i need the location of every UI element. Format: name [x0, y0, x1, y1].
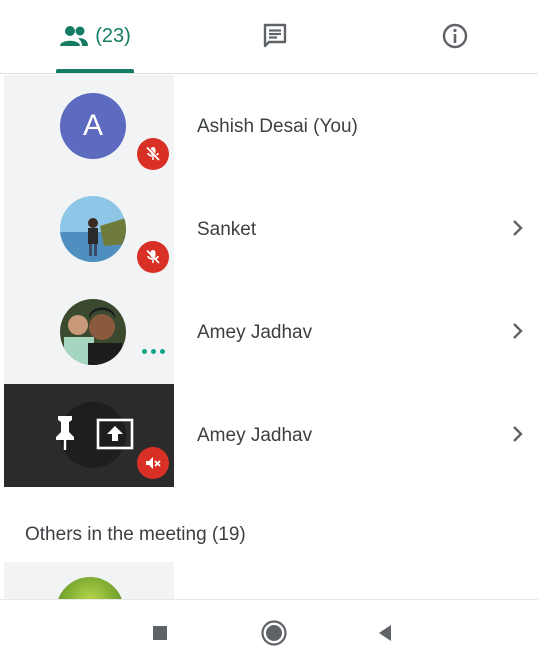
home-button[interactable] — [259, 618, 289, 648]
recents-button[interactable] — [145, 618, 175, 648]
chat-icon — [263, 23, 287, 48]
others-section-header: Others in the meeting (19) — [25, 524, 246, 545]
speaking-indicator — [142, 349, 165, 354]
back-button[interactable] — [370, 618, 400, 648]
people-count: (23) — [95, 24, 131, 47]
mic-off-icon — [137, 241, 169, 273]
chevron-right-icon[interactable] — [505, 422, 529, 446]
participant-row[interactable]: Amey Jadhav — [0, 281, 538, 384]
tab-chat[interactable] — [240, 0, 310, 72]
participant-row[interactable]: Amey Jadhav — [0, 384, 538, 487]
volume-off-icon — [137, 447, 169, 479]
avatar — [60, 196, 126, 262]
avatar — [60, 299, 126, 365]
chevron-right-icon[interactable] — [505, 319, 529, 343]
system-nav-bar — [0, 599, 538, 665]
pin-icon[interactable] — [50, 414, 80, 454]
participant-name: Amey Jadhav — [197, 321, 313, 343]
participant-tile[interactable] — [4, 562, 174, 602]
mic-off-icon — [137, 138, 169, 170]
active-tab-indicator — [56, 69, 134, 73]
participant-name: Sanket — [197, 218, 257, 240]
participant-name: Ashish Desai (You) — [197, 115, 358, 137]
info-icon — [442, 23, 468, 49]
tab-people[interactable]: (23) — [40, 0, 150, 73]
people-icon — [60, 26, 89, 46]
participant-tile — [4, 281, 174, 384]
present-screen-icon — [96, 418, 134, 450]
avatar: A — [60, 93, 126, 159]
chevron-right-icon[interactable] — [505, 216, 529, 240]
participant-row[interactable]: A Ashish Desai (You) — [0, 75, 538, 178]
participant-name: Amey Jadhav — [197, 424, 313, 446]
back-triangle-icon — [379, 625, 391, 641]
square-icon — [153, 626, 167, 640]
tab-bar: (23) — [0, 0, 538, 74]
tab-info[interactable] — [420, 0, 490, 72]
participant-row[interactable]: Sanket — [0, 178, 538, 281]
home-circle-icon — [261, 620, 287, 646]
